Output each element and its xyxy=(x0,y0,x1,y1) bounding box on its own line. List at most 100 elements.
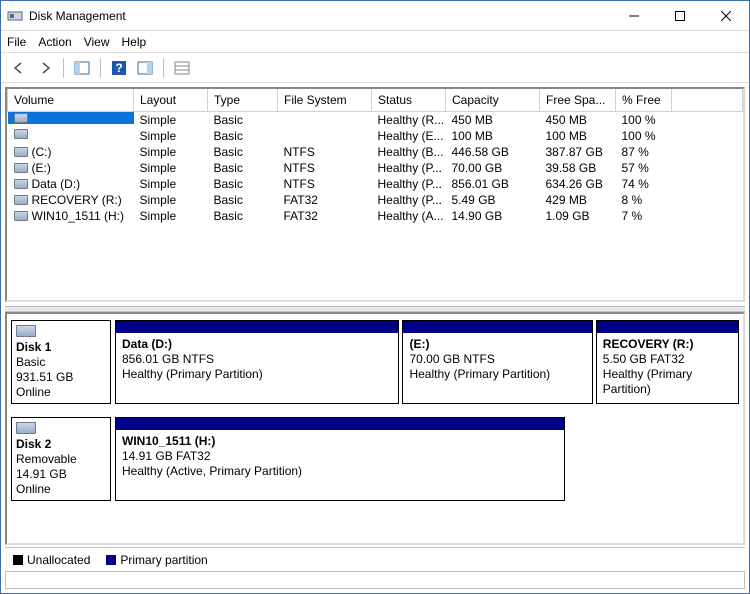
disk-kind: Removable xyxy=(16,452,106,466)
partition-name: Data (D:) xyxy=(122,337,392,352)
col-spare[interactable] xyxy=(672,89,743,111)
partition-body: (E:)70.00 GB NTFSHealthy (Primary Partit… xyxy=(403,333,591,386)
volume-list-pane[interactable]: Volume Layout Type File System Status Ca… xyxy=(5,87,745,302)
disk-state: Online xyxy=(16,482,106,496)
partition-name: RECOVERY (R:) xyxy=(603,337,732,352)
cell-status: Healthy (A... xyxy=(372,208,446,224)
disk-graphical-pane[interactable]: Disk 1Basic931.51 GBOnlineData (D:)856.0… xyxy=(5,312,745,545)
partition-body: WIN10_1511 (H:)14.91 GB FAT32Healthy (Ac… xyxy=(116,430,564,483)
partition-info: 70.00 GB NTFS xyxy=(409,352,585,367)
disk-info[interactable]: Disk 1Basic931.51 GBOnline xyxy=(11,320,111,404)
volume-name-cell: (C:) xyxy=(8,144,134,160)
cell-pct: 57 % xyxy=(616,160,672,176)
partition-area: WIN10_1511 (H:)14.91 GB FAT32Healthy (Ac… xyxy=(115,417,565,501)
disk-label: Disk 1 xyxy=(16,340,106,354)
partition-status: Healthy (Primary Partition) xyxy=(409,367,585,382)
cell-status: Healthy (E... xyxy=(372,128,446,144)
cell-fs: NTFS xyxy=(278,144,372,160)
cell-status: Healthy (P... xyxy=(372,176,446,192)
partition-color-bar xyxy=(116,418,564,430)
disk-state: Online xyxy=(16,385,106,399)
maximize-button[interactable] xyxy=(657,1,703,31)
volume-row[interactable]: (C:)SimpleBasicNTFSHealthy (B...446.58 G… xyxy=(8,144,743,160)
forward-button[interactable] xyxy=(33,56,57,80)
volume-row[interactable]: Data (D:)SimpleBasicNTFSHealthy (P...856… xyxy=(8,176,743,192)
menu-action[interactable]: Action xyxy=(38,35,71,49)
col-capacity[interactable]: Capacity xyxy=(446,89,540,111)
legend: Unallocated Primary partition xyxy=(5,547,745,571)
disk-size: 931.51 GB xyxy=(16,370,106,384)
help-button[interactable]: ? xyxy=(107,56,131,80)
cell-free: 634.26 GB xyxy=(540,176,616,192)
back-button[interactable] xyxy=(7,56,31,80)
partition[interactable]: RECOVERY (R:)5.50 GB FAT32Healthy (Prima… xyxy=(596,320,739,404)
svg-text:?: ? xyxy=(115,61,122,75)
disk-info[interactable]: Disk 2Removable14.91 GBOnline xyxy=(11,417,111,501)
volume-name-cell xyxy=(8,112,134,124)
cell-capacity: 100 MB xyxy=(446,128,540,144)
col-freespace[interactable]: Free Spa... xyxy=(540,89,616,111)
volume-icon xyxy=(14,179,28,189)
toolbar-divider xyxy=(163,58,164,78)
cell-type: Basic xyxy=(208,144,278,160)
cell-free: 429 MB xyxy=(540,192,616,208)
menu-view[interactable]: View xyxy=(84,35,110,49)
col-volume[interactable]: Volume xyxy=(8,89,134,111)
minimize-button[interactable] xyxy=(611,1,657,31)
cell-pct: 100 % xyxy=(616,111,672,128)
partition[interactable]: (E:)70.00 GB NTFSHealthy (Primary Partit… xyxy=(402,320,592,404)
partition-status: Healthy (Active, Primary Partition) xyxy=(122,464,558,479)
cell-free: 1.09 GB xyxy=(540,208,616,224)
cell-layout: Simple xyxy=(134,144,208,160)
volume-row[interactable]: SimpleBasicHealthy (R...450 MB450 MB100 … xyxy=(8,111,743,128)
cell-type: Basic xyxy=(208,176,278,192)
cell-status: Healthy (P... xyxy=(372,160,446,176)
settings-button[interactable] xyxy=(170,56,194,80)
cell-type: Basic xyxy=(208,192,278,208)
disk-label: Disk 2 xyxy=(16,437,106,451)
window-title: Disk Management xyxy=(29,9,611,23)
legend-primary: Primary partition xyxy=(106,553,207,567)
volume-row[interactable]: (E:)SimpleBasicNTFSHealthy (P...70.00 GB… xyxy=(8,160,743,176)
close-button[interactable] xyxy=(703,1,749,31)
cell-pct: 7 % xyxy=(616,208,672,224)
titlebar: Disk Management xyxy=(1,1,749,31)
partition-color-bar xyxy=(403,321,591,333)
col-filesystem[interactable]: File System xyxy=(278,89,372,111)
col-layout[interactable]: Layout xyxy=(134,89,208,111)
status-bar xyxy=(5,571,745,589)
volume-name-cell: Data (D:) xyxy=(8,176,134,192)
show-hide-action-pane-button[interactable] xyxy=(133,56,157,80)
cell-capacity: 14.90 GB xyxy=(446,208,540,224)
cell-layout: Simple xyxy=(134,208,208,224)
partition[interactable]: Data (D:)856.01 GB NTFSHealthy (Primary … xyxy=(115,320,399,404)
cell-layout: Simple xyxy=(134,192,208,208)
partition-body: RECOVERY (R:)5.50 GB FAT32Healthy (Prima… xyxy=(597,333,738,401)
cell-status: Healthy (R... xyxy=(372,111,446,128)
partition[interactable]: WIN10_1511 (H:)14.91 GB FAT32Healthy (Ac… xyxy=(115,417,565,501)
cell-free: 387.87 GB xyxy=(540,144,616,160)
show-hide-console-tree-button[interactable] xyxy=(70,56,94,80)
col-status[interactable]: Status xyxy=(372,89,446,111)
menubar: File Action View Help xyxy=(1,31,749,53)
volume-row[interactable]: WIN10_1511 (H:)SimpleBasicFAT32Healthy (… xyxy=(8,208,743,224)
partition-info: 856.01 GB NTFS xyxy=(122,352,392,367)
cell-free: 450 MB xyxy=(540,111,616,128)
cell-pct: 87 % xyxy=(616,144,672,160)
cell-capacity: 450 MB xyxy=(446,111,540,128)
volume-name-cell: RECOVERY (R:) xyxy=(8,192,134,208)
disk-row: Disk 2Removable14.91 GBOnlineWIN10_1511 … xyxy=(7,411,743,508)
app-icon xyxy=(7,8,23,24)
disk-kind: Basic xyxy=(16,355,106,369)
cell-fs: FAT32 xyxy=(278,208,372,224)
cell-status: Healthy (P... xyxy=(372,192,446,208)
menu-file[interactable]: File xyxy=(7,35,26,49)
col-pctfree[interactable]: % Free xyxy=(616,89,672,111)
legend-unallocated: Unallocated xyxy=(13,553,90,567)
partition-status: Healthy (Primary Partition) xyxy=(603,367,732,397)
col-type[interactable]: Type xyxy=(208,89,278,111)
volume-row[interactable]: RECOVERY (R:)SimpleBasicFAT32Healthy (P.… xyxy=(8,192,743,208)
volume-row[interactable]: SimpleBasicHealthy (E...100 MB100 MB100 … xyxy=(8,128,743,144)
cell-layout: Simple xyxy=(134,128,208,144)
menu-help[interactable]: Help xyxy=(122,35,147,49)
